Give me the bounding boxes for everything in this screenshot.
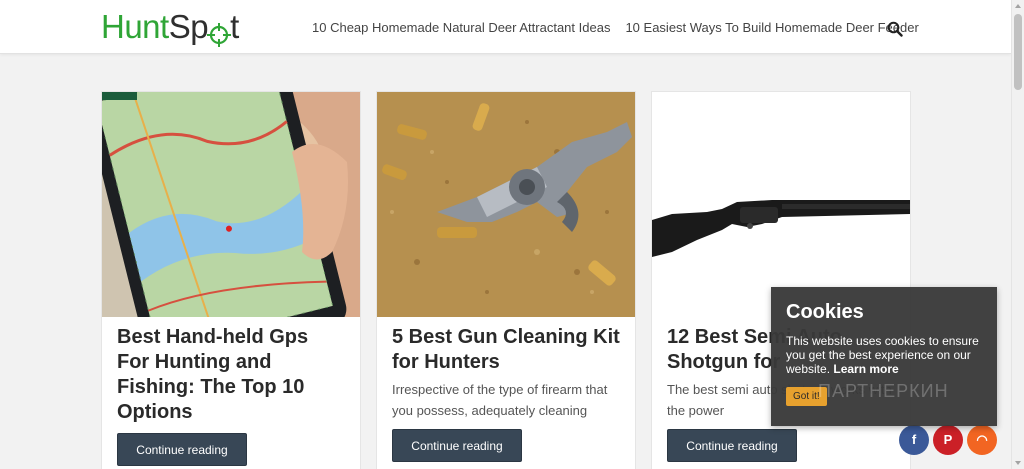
page-scrollbar[interactable] bbox=[1011, 0, 1024, 469]
rss-button[interactable]: ◠ bbox=[967, 425, 997, 455]
article-image-shotgun[interactable] bbox=[652, 92, 910, 317]
facebook-share-button[interactable]: f bbox=[899, 425, 929, 455]
crosshair-icon bbox=[207, 17, 232, 47]
scrollbar-thumb[interactable] bbox=[1014, 14, 1022, 90]
article-card: Best Hand-held Gps For Hunting and Fishi… bbox=[101, 91, 361, 469]
rss-icon: ◠ bbox=[976, 432, 988, 447]
nav-link-deer-feeder[interactable]: 10 Easiest Ways To Build Homemade Deer F… bbox=[625, 20, 918, 35]
scroll-up-arrow-icon[interactable] bbox=[1015, 4, 1021, 8]
cookie-title: Cookies bbox=[786, 301, 864, 323]
logo-text-hunt: Hunt bbox=[101, 8, 169, 45]
main-nav: 10 Cheap Homemade Natural Deer Attractan… bbox=[312, 20, 934, 35]
continue-reading-button[interactable]: Continue reading bbox=[117, 433, 247, 466]
article-title[interactable]: 5 Best Gun Cleaning Kit for Hunters bbox=[392, 325, 620, 375]
learn-more-link[interactable]: Learn more bbox=[833, 362, 898, 376]
logo-text-t: t bbox=[230, 8, 239, 45]
article-card: 5 Best Gun Cleaning Kit for Hunters Irre… bbox=[376, 91, 636, 469]
cookie-consent-popup: Cookies This website uses cookies to ens… bbox=[771, 287, 997, 426]
scroll-down-arrow-icon[interactable] bbox=[1015, 461, 1021, 465]
watermark-text: ПАРТНЕРКИН bbox=[818, 381, 949, 401]
nav-link-deer-attractant[interactable]: 10 Cheap Homemade Natural Deer Attractan… bbox=[312, 20, 610, 35]
pinterest-share-button[interactable]: P bbox=[933, 425, 963, 455]
site-logo[interactable]: Hunt Sp t bbox=[101, 8, 239, 47]
article-image-revolver[interactable] bbox=[377, 92, 635, 317]
search-icon[interactable] bbox=[887, 21, 903, 37]
site-header: Hunt Sp t 10 Cheap Homemade Natural Deer… bbox=[0, 0, 1011, 54]
logo-text-sp: Sp bbox=[168, 8, 209, 45]
article-image-gps[interactable] bbox=[102, 92, 360, 317]
cookie-text: This website uses cookies to ensure you … bbox=[786, 334, 982, 376]
facebook-icon: f bbox=[911, 432, 917, 447]
continue-reading-button[interactable]: Continue reading bbox=[667, 429, 797, 462]
article-excerpt: Irrespective of the type of firearm that… bbox=[392, 382, 608, 418]
pinterest-icon: P bbox=[943, 432, 953, 447]
continue-reading-button[interactable]: Continue reading bbox=[392, 429, 522, 462]
article-title[interactable]: Best Hand-held Gps For Hunting and Fishi… bbox=[117, 325, 345, 425]
